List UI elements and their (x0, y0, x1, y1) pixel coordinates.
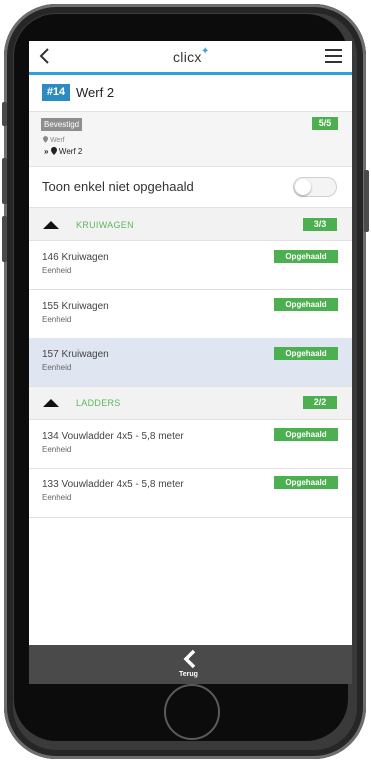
location-pin-icon (50, 147, 57, 155)
group-count-badge: 3/3 (303, 218, 337, 231)
item-name: 134 Vouwladder 4x5 - 5,8 meter (42, 431, 184, 442)
location-from: Werf (43, 136, 65, 144)
volume-down-button (2, 216, 7, 262)
back-chevron-icon[interactable] (37, 47, 53, 65)
app-logo: clicx (173, 49, 202, 65)
status-pill: Opgehaald (274, 250, 338, 263)
status-pill: Opgehaald (274, 298, 338, 311)
status-pill: Opgehaald (274, 428, 338, 441)
not-collected-toggle[interactable] (293, 177, 337, 197)
item-unit: Eenheid (42, 363, 72, 372)
status-pill: Opgehaald (274, 476, 338, 489)
footer-back-label[interactable]: Terug (179, 671, 198, 678)
total-count-badge: 5/5 (312, 117, 338, 130)
logo-star-icon: ✦ (201, 46, 210, 57)
location-to-label: Werf 2 (58, 147, 83, 156)
hamburger-menu-icon[interactable] (325, 49, 342, 63)
group-label: KRUIWAGEN (76, 220, 134, 230)
group-count-badge: 2/2 (303, 396, 337, 409)
location-from-label: Werf (49, 137, 65, 144)
double-chevron-icon: » (44, 147, 49, 156)
back-chevron-icon[interactable] (181, 649, 199, 669)
toggle-knob (295, 179, 311, 195)
filter-toggle-label: Toon enkel niet opgehaald (42, 179, 194, 194)
order-number-badge: #14 (42, 84, 70, 101)
group-label: LADDERS (76, 398, 121, 408)
power-button (364, 170, 369, 232)
app-screen: clicx ✦ #14 Werf 2 Bevestigd 5/5 Werf » … (29, 41, 352, 684)
collapse-triangle-icon[interactable] (43, 221, 59, 229)
status-pill: Opgehaald (274, 347, 338, 360)
item-name: 155 Kruiwagen (42, 301, 109, 312)
home-button[interactable] (164, 684, 220, 740)
volume-up-button (2, 158, 7, 204)
list-item-selected[interactable] (29, 338, 352, 387)
item-unit: Eenheid (42, 493, 72, 502)
location-to: » Werf 2 (44, 147, 82, 156)
list-item[interactable] (29, 241, 352, 290)
item-name: 133 Vouwladder 4x5 - 5,8 meter (42, 479, 184, 490)
item-unit: Eenheid (42, 445, 72, 454)
mute-switch (2, 102, 7, 126)
top-bar: clicx ✦ (29, 41, 352, 75)
item-unit: Eenheid (42, 315, 72, 324)
status-badge: Bevestigd (41, 118, 83, 131)
location-pin-icon (43, 136, 48, 143)
collapse-triangle-icon[interactable] (43, 399, 59, 407)
order-title: Werf 2 (76, 85, 115, 100)
item-name: 146 Kruiwagen (42, 252, 109, 263)
item-unit: Eenheid (42, 266, 72, 275)
item-name: 157 Kruiwagen (42, 349, 109, 360)
